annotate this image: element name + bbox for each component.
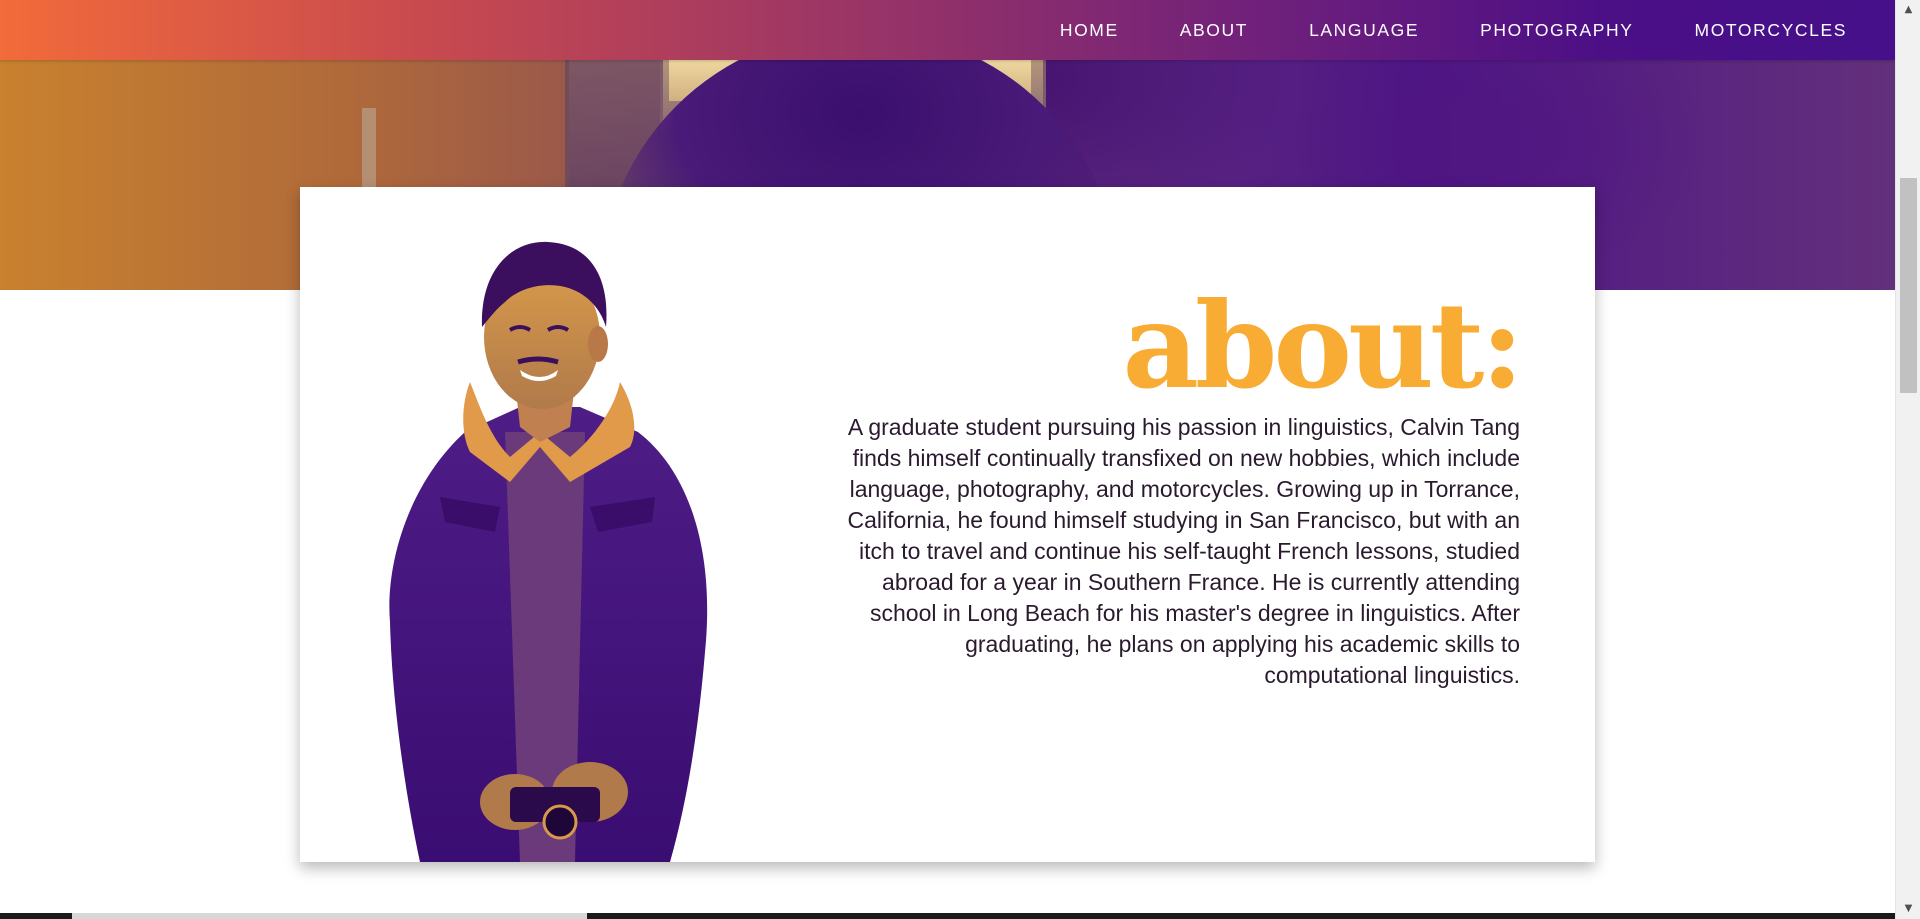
scroll-up-arrow-icon[interactable]: ▲ (1896, 0, 1920, 20)
about-heading: about: (1122, 276, 1524, 415)
nav-link-language[interactable]: LANGUAGE (1309, 20, 1419, 41)
bottom-edge-strip (0, 913, 1895, 919)
nav-link-photography[interactable]: PHOTOGRAPHY (1480, 20, 1633, 41)
hero-wall-outlet (362, 108, 376, 188)
page-viewport: HOME ABOUT LANGUAGE PHOTOGRAPHY MOTORCYC… (0, 0, 1895, 919)
scrollbar-thumb[interactable] (1900, 178, 1917, 393)
portrait-photo (389, 241, 708, 862)
nav-menu: HOME ABOUT LANGUAGE PHOTOGRAPHY MOTORCYC… (999, 0, 1847, 60)
top-navbar: HOME ABOUT LANGUAGE PHOTOGRAPHY MOTORCYC… (0, 0, 1895, 60)
about-bio-text: A graduate student pursuing his passion … (847, 414, 1520, 688)
scroll-down-arrow-icon[interactable]: ▼ (1896, 899, 1920, 919)
nav-link-home[interactable]: HOME (1060, 20, 1119, 41)
nav-link-motorcycles[interactable]: MOTORCYCLES (1695, 20, 1847, 41)
vertical-scrollbar[interactable]: ▲ ▼ (1895, 0, 1920, 919)
bottom-edge-highlight (72, 913, 587, 919)
about-card: about: A graduate student pursuing his p… (300, 187, 1595, 862)
nav-link-about[interactable]: ABOUT (1180, 20, 1248, 41)
